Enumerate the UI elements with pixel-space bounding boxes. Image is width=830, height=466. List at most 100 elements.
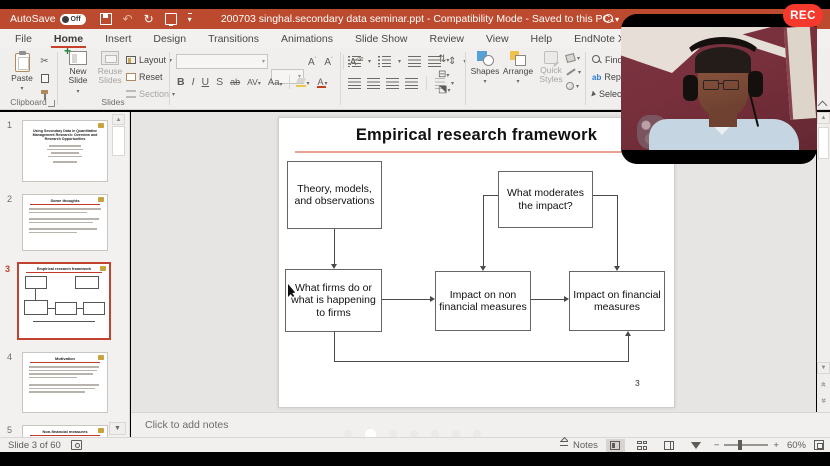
- rec-label: REC: [790, 10, 816, 22]
- collapse-ribbon-icon[interactable]: [819, 100, 827, 108]
- normal-view-button[interactable]: [606, 439, 625, 452]
- autosave-state: Off: [71, 16, 81, 23]
- customize-quick-access-icon[interactable]: ▾: [188, 13, 192, 26]
- glasses-bridge: [718, 83, 724, 84]
- find-icon: [592, 55, 602, 65]
- accessibility-checker-icon[interactable]: [71, 440, 82, 450]
- font-name-combobox[interactable]: [176, 54, 268, 69]
- collapse-thumbnail-panel-button[interactable]: ▼: [109, 422, 126, 435]
- arrange-label: Arrange: [503, 67, 533, 76]
- tab-help[interactable]: Help: [520, 29, 564, 48]
- scrollbar-thumb[interactable]: [818, 127, 829, 159]
- slide-5-number: 5: [7, 425, 12, 435]
- tab-view[interactable]: View: [475, 29, 520, 48]
- slide-4-thumbnail[interactable]: Motivation: [22, 352, 108, 413]
- thumbnail-scroll-up-icon[interactable]: ▲: [112, 114, 125, 125]
- slide-3-number: 3: [5, 264, 10, 274]
- tab-file[interactable]: File: [4, 29, 43, 48]
- scroll-up-icon[interactable]: ▲: [817, 112, 830, 124]
- shape-fill-icon[interactable]: ▾: [566, 54, 581, 62]
- slides-group-label: Slides: [57, 97, 169, 107]
- gt-logo: [98, 355, 104, 360]
- slide-title[interactable]: Empirical research framework: [279, 126, 674, 145]
- tab-review[interactable]: Review: [419, 29, 475, 48]
- redo-icon[interactable]: ↻: [144, 14, 154, 24]
- slide-2-number: 2: [7, 194, 12, 204]
- increase-font-size-icon[interactable]: Aˆ: [308, 57, 320, 68]
- normal-view-icon: [610, 441, 620, 450]
- tab-animations[interactable]: Animations: [270, 29, 344, 48]
- quick-styles-icon: [544, 51, 558, 64]
- zoom-slider[interactable]: [724, 444, 768, 446]
- undo-icon[interactable]: ↶: [123, 14, 133, 24]
- text-direction-icon[interactable]: ⇅▾: [438, 54, 450, 65]
- slideshow-view-button[interactable]: [687, 439, 706, 452]
- webcam-video: [621, 27, 817, 150]
- slide-1-title: Using Secondary Data in Quantitative Man…: [23, 129, 107, 141]
- arrowhead: [614, 266, 620, 271]
- start-presentation-icon[interactable]: [165, 13, 177, 25]
- gt-logo: [100, 266, 106, 271]
- webcam-overlay: [621, 14, 817, 164]
- box-what-moderates[interactable]: What moderates the impact?: [498, 171, 593, 228]
- fit-slide-to-window-icon[interactable]: [814, 440, 824, 450]
- zoom-out-icon[interactable]: −: [714, 440, 720, 451]
- bullets-icon[interactable]: [352, 56, 361, 67]
- previous-slide-icon[interactable]: «: [817, 378, 830, 391]
- slide-2-title: Some thoughts: [23, 198, 107, 203]
- notes-icon: [559, 441, 569, 450]
- box-impact-nonfinancial[interactable]: Impact on non financial measures: [435, 271, 531, 331]
- find-button[interactable]: Find: [592, 55, 623, 65]
- autosave-switch[interactable]: Off: [60, 14, 86, 25]
- notes-placeholder[interactable]: Click to add notes: [145, 419, 228, 431]
- tab-design[interactable]: Design: [142, 29, 197, 48]
- numbering-icon[interactable]: [382, 56, 391, 67]
- thumbnail-panel-scrollbar[interactable]: ▲: [112, 114, 126, 176]
- connector-nonfinancial-to-financial: [531, 299, 564, 300]
- thumbnail-scrollbar-thumb[interactable]: [112, 126, 125, 156]
- box-impact-financial[interactable]: Impact on financial measures: [569, 271, 665, 331]
- status-bar: Slide 3 of 60 Notes − + 60%: [0, 437, 830, 452]
- slide-1-thumbnail[interactable]: Using Secondary Data in Quantitative Man…: [22, 120, 108, 182]
- tab-insert[interactable]: Insert: [94, 29, 142, 48]
- decrease-font-size-icon[interactable]: Aˇ: [324, 57, 336, 68]
- clipboard-dialog-launcher[interactable]: [48, 100, 55, 107]
- bottom-letterbox-bar: [0, 452, 830, 466]
- box-what-firms-do[interactable]: What firms do or what is happening to fi…: [285, 269, 382, 332]
- box-theory-models[interactable]: Theory, models, and observations: [287, 161, 382, 229]
- vertical-scrollbar[interactable]: ▲ ▼ « «: [817, 112, 830, 412]
- gt-logo: [98, 123, 104, 128]
- connector-feedback-horizontal: [334, 361, 628, 362]
- zoom-level[interactable]: 60%: [787, 440, 806, 451]
- slide-5-thumbnail[interactable]: Non-financial measures: [22, 425, 108, 437]
- notes-toggle-button[interactable]: Notes: [559, 440, 598, 451]
- autosave-toggle[interactable]: AutoSave Off: [10, 13, 86, 25]
- slide-2-thumbnail[interactable]: Some thoughts: [22, 194, 108, 251]
- powerpoint-window: AutoSave Off ↶ ↻ ▾ 200703 singhal.second…: [0, 0, 830, 466]
- slide-3-thumbnail-selected[interactable]: Empirical research framework: [17, 262, 111, 340]
- shape-outline-icon[interactable]: ▾: [566, 67, 581, 77]
- tab-transitions[interactable]: Transitions: [197, 29, 270, 48]
- slide-4-number: 4: [7, 352, 12, 362]
- tab-slide-show[interactable]: Slide Show: [344, 29, 419, 48]
- search-icon[interactable]: [604, 14, 614, 24]
- zoom-slider-thumb[interactable]: [738, 440, 742, 450]
- save-icon[interactable]: [100, 13, 112, 25]
- arrowhead: [430, 296, 435, 302]
- autosave-knob-icon: [62, 16, 69, 23]
- zoom-in-icon[interactable]: +: [773, 440, 779, 451]
- saved-location-chevron-icon[interactable]: ▾: [615, 15, 619, 24]
- reading-view-button[interactable]: [660, 439, 679, 452]
- decrease-indent-icon[interactable]: [408, 56, 421, 67]
- connector-feedback-up: [628, 336, 629, 362]
- slide-3-title: Empirical research framework: [19, 267, 109, 271]
- slide-editor[interactable]: Empirical research framework Theory, mod…: [278, 117, 675, 408]
- next-slide-icon[interactable]: «: [817, 394, 830, 407]
- connector-moderates-left: [483, 195, 498, 196]
- scroll-down-icon[interactable]: ▼: [817, 362, 830, 374]
- slideshow-icon: [691, 442, 701, 449]
- headphones-left-cup: [683, 75, 698, 101]
- shapes-icon: [477, 51, 493, 65]
- connector-moderates-left-v: [483, 195, 484, 266]
- slide-sorter-view-button[interactable]: [633, 439, 652, 452]
